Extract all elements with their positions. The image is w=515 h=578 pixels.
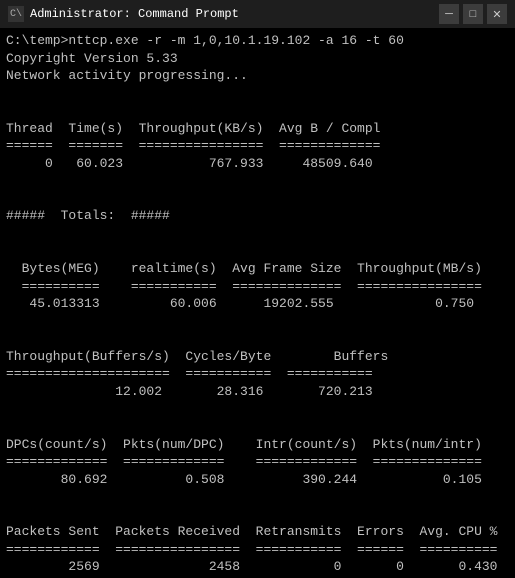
close-button[interactable]: ✕: [487, 4, 507, 24]
maximize-button[interactable]: □: [463, 4, 483, 24]
window-title: Administrator: Command Prompt: [30, 7, 239, 21]
title-bar-left: C\ Administrator: Command Prompt: [8, 6, 239, 22]
cmd-icon: C\: [8, 6, 24, 22]
title-bar: C\ Administrator: Command Prompt ─ □ ✕: [0, 0, 515, 28]
window-controls: ─ □ ✕: [439, 4, 507, 24]
terminal-output: C:\temp>nttcp.exe -r -m 1,0,10.1.19.102 …: [0, 28, 515, 578]
minimize-button[interactable]: ─: [439, 4, 459, 24]
